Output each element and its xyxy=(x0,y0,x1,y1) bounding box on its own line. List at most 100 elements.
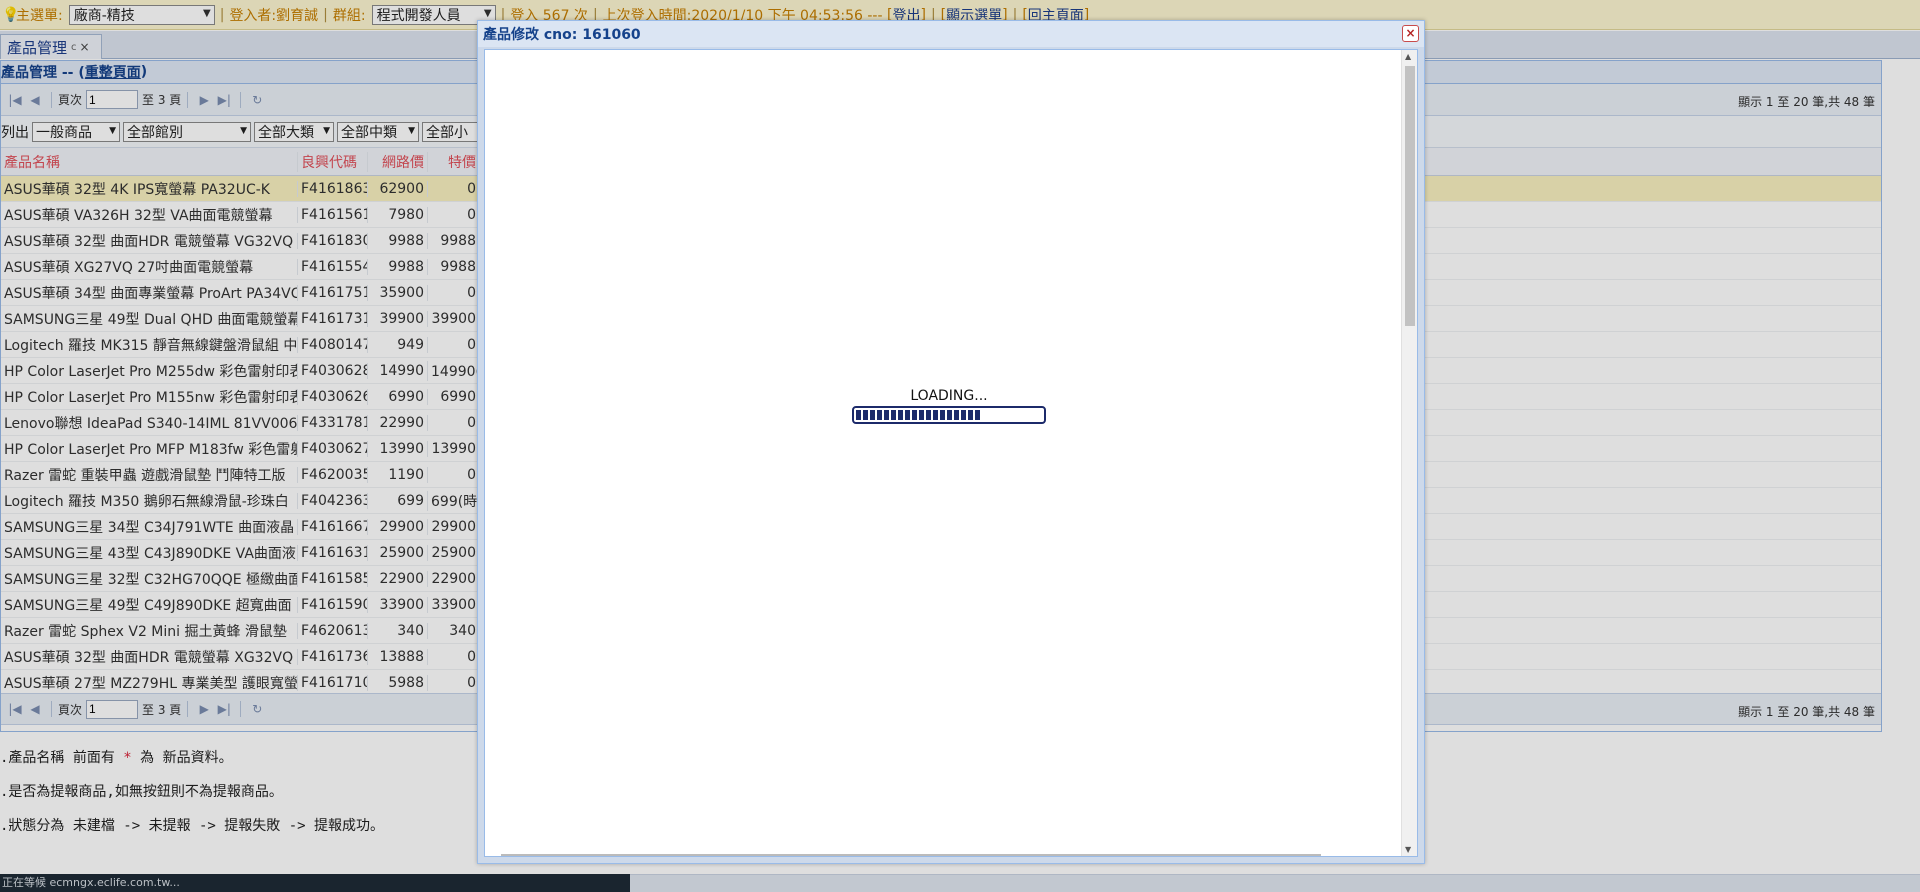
product-name-cell: SAMSUNG三星 43型 C43J890DKE VA曲面液 xyxy=(4,545,296,562)
col-code[interactable]: 良興代碼 xyxy=(297,151,367,172)
page-input[interactable] xyxy=(86,699,139,719)
progress-segment xyxy=(891,410,896,420)
code-cell: F4161554 xyxy=(297,258,367,275)
last-page-icon[interactable]: ▶| xyxy=(214,702,234,716)
prev-page-icon[interactable]: ◀ xyxy=(25,702,45,716)
product-name-cell: ASUS華碩 32型 曲面HDR 電競螢幕 XG32VQ xyxy=(4,649,294,666)
col-product-name[interactable]: 產品名稱 xyxy=(1,152,297,172)
web-price-cell: 699 xyxy=(367,492,427,509)
edit-dialog: 產品修改 cno: 161060 × LOADING... ▲ ▼ xyxy=(477,20,1425,864)
code-cell: F4030627 xyxy=(297,440,367,457)
progress-segment xyxy=(947,410,952,420)
special-price-cell: 14990(時 xyxy=(427,360,479,381)
web-price-cell: 29900 xyxy=(367,518,427,535)
product-name-cell: Lenovo聯想 IdeaPad S340-14IML 81VV006ST xyxy=(4,415,297,432)
main-menu-select[interactable]: 廠商-精技 ▼ xyxy=(68,4,215,25)
special-price-cell: 0 xyxy=(427,336,479,353)
web-price-cell: 14990 xyxy=(367,362,427,379)
loading-indicator: LOADING... xyxy=(852,388,1046,424)
filter-store-select[interactable]: 全部館別 ▼ xyxy=(123,121,251,142)
product-name-cell: HP Color LaserJet Pro M255dw 彩色雷射印表 xyxy=(4,363,297,380)
progress-segment xyxy=(919,410,924,420)
special-price-cell: 0 xyxy=(427,414,479,431)
chevron-down-icon: ▼ xyxy=(323,125,330,136)
web-price-cell: 22990 xyxy=(367,414,427,431)
special-price-cell: 0 xyxy=(427,284,479,301)
progress-segment xyxy=(912,410,917,420)
pager-info: 顯示 1 至 20 筆,共 48 筆 xyxy=(1738,95,1875,109)
login-user: 登入者:劉育誠 xyxy=(229,7,319,24)
web-price-cell: 9988 xyxy=(367,258,427,275)
main-menu-label: 主選單: xyxy=(16,7,63,24)
code-cell: F4161751 xyxy=(297,284,367,301)
chevron-down-icon: ▼ xyxy=(203,7,211,19)
first-page-icon[interactable]: |◀ xyxy=(5,702,25,716)
code-cell: F4161830 xyxy=(297,232,367,249)
code-cell: F4042363 xyxy=(297,492,367,509)
web-price-cell: 5988 xyxy=(367,674,427,691)
special-price-cell: 0 xyxy=(427,206,479,223)
filter-minor-select[interactable]: 全部小 xyxy=(422,121,482,142)
scroll-down-icon[interactable]: ▼ xyxy=(1405,845,1411,854)
special-price-cell: 9988 xyxy=(427,232,479,249)
special-price-cell: 699(時 xyxy=(427,490,479,511)
page-input[interactable] xyxy=(86,90,139,109)
loading-text: LOADING... xyxy=(910,388,988,404)
next-page-icon[interactable]: ▶ xyxy=(194,93,214,107)
special-price-cell: 0 xyxy=(427,674,479,691)
progress-segment xyxy=(961,410,966,420)
close-tab-icon[interactable]: × xyxy=(80,40,90,54)
tab-product-management[interactable]: 產品管理 c × xyxy=(0,34,102,59)
special-price-cell: 33900 xyxy=(427,596,479,613)
progress-segment xyxy=(940,410,945,420)
product-name-cell: Razer 雷蛇 重裝甲蟲 遊戲滑鼠墊 鬥陣特工版 xyxy=(4,467,286,484)
special-price-cell: 9988 xyxy=(427,258,479,275)
code-cell: F4161585 xyxy=(297,570,367,587)
last-page-icon[interactable]: ▶| xyxy=(214,93,234,107)
reload-page-link[interactable]: 重整頁面 xyxy=(85,62,141,82)
filter-type-select[interactable]: 一般商品 ▼ xyxy=(32,121,120,142)
special-price-cell: 0 xyxy=(427,648,479,665)
refresh-icon[interactable]: ↻ xyxy=(247,93,267,107)
horizontal-scrollbar[interactable] xyxy=(501,854,1321,856)
col-web-price[interactable]: 網路價 xyxy=(367,151,427,172)
col-special-price[interactable]: 特價 xyxy=(427,151,479,172)
note-line: .是否為提報商品,如無按鈕則不為提報商品。 xyxy=(0,784,283,800)
filter-category-select[interactable]: 全部大類 ▼ xyxy=(254,121,334,142)
code-cell: F4161561 xyxy=(297,206,367,223)
code-cell: F4161590 xyxy=(297,596,367,613)
filter-subcategory-select[interactable]: 全部中類 ▼ xyxy=(337,121,419,142)
code-cell: F4161710 xyxy=(297,674,367,691)
scroll-up-icon[interactable]: ▲ xyxy=(1405,52,1411,61)
next-page-icon[interactable]: ▶ xyxy=(194,702,214,716)
special-price-cell: 22900 xyxy=(427,570,479,587)
special-price-cell: 39900 xyxy=(427,310,479,327)
code-cell: F4080147 xyxy=(297,336,367,353)
special-price-cell: 6990 xyxy=(427,388,479,405)
page-label: 頁次 xyxy=(58,702,83,717)
product-name-cell: SAMSUNG三星 49型 C49J890DKE 超寬曲面 xyxy=(4,597,292,614)
product-name-cell: ASUS華碩 VA326H 32型 VA曲面電競螢幕 xyxy=(4,207,273,224)
web-price-cell: 25900 xyxy=(367,544,427,561)
special-price-cell: 29900 xyxy=(427,518,479,535)
first-page-icon[interactable]: |◀ xyxy=(5,93,25,107)
special-price-cell: 13990 xyxy=(427,440,479,457)
special-price-cell: 0 xyxy=(427,466,479,483)
refresh-tab-icon[interactable]: c xyxy=(71,42,77,53)
dialog-title[interactable]: 產品修改 cno: 161060 xyxy=(478,21,1424,47)
chevron-down-icon: ▼ xyxy=(408,125,415,136)
progress-segment xyxy=(926,410,931,420)
note-line: .狀態分為 未建檔 -> 未提報 -> 提報失敗 -> 提報成功。 xyxy=(0,818,385,834)
product-name-cell: Razer 雷蛇 Sphex V2 Mini 掘土黃蜂 滑鼠墊 xyxy=(4,623,287,640)
vertical-scrollbar[interactable]: ▲ ▼ xyxy=(1401,50,1417,856)
refresh-icon[interactable]: ↻ xyxy=(247,702,267,716)
prev-page-icon[interactable]: ◀ xyxy=(25,93,45,107)
special-price-cell: 25900 xyxy=(427,544,479,561)
web-price-cell: 13888 xyxy=(367,648,427,665)
scroll-thumb[interactable] xyxy=(1405,66,1415,326)
list-label: 列出 xyxy=(1,124,29,141)
product-name-cell: SAMSUNG三星 49型 Dual QHD 曲面電競螢幕 xyxy=(4,311,297,328)
code-cell: F4620035 xyxy=(297,466,367,483)
product-name-cell: HP Color LaserJet Pro M155nw 彩色雷射印表 xyxy=(4,389,297,406)
close-icon[interactable]: × xyxy=(1402,25,1419,42)
